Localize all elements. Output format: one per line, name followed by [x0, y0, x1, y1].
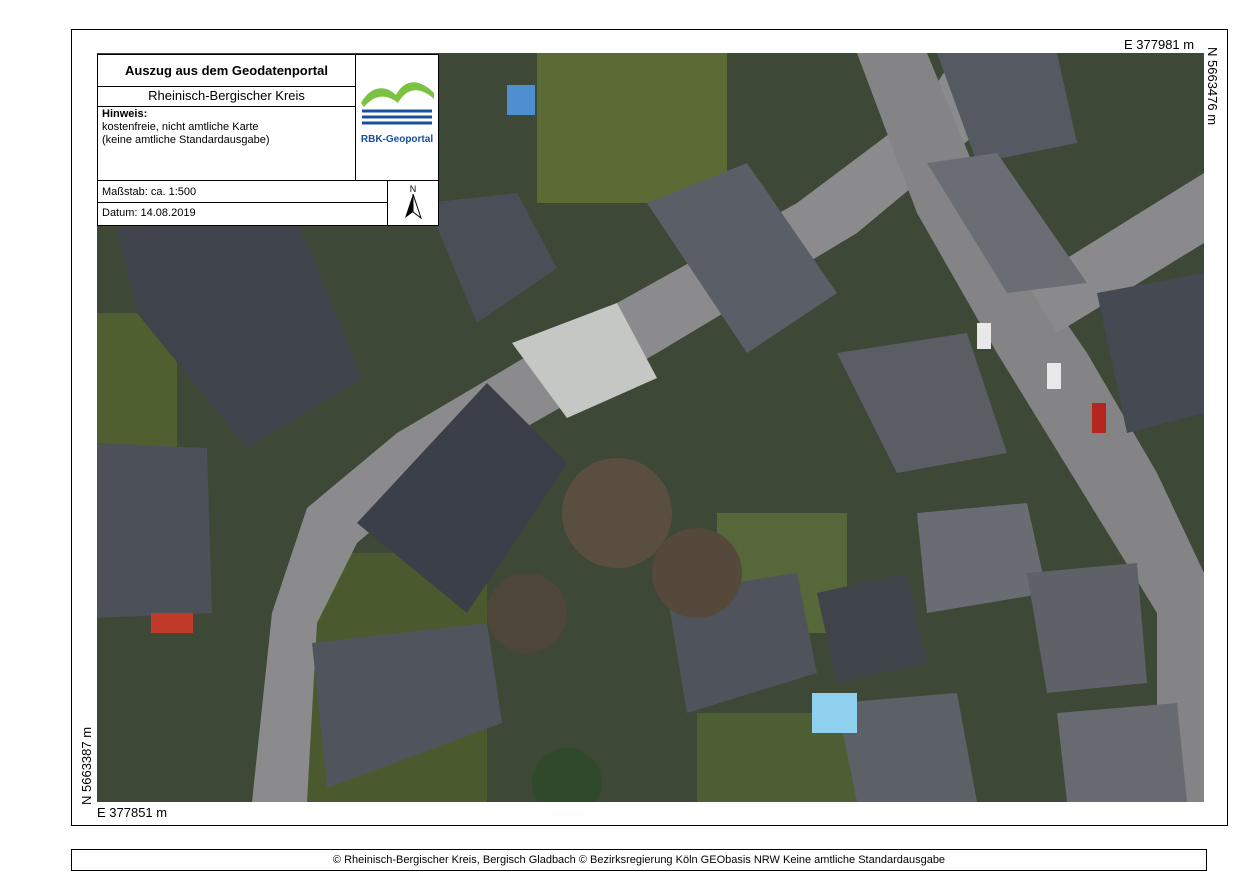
hint-heading: Hinweis:: [102, 108, 148, 120]
map-legend: Auszug aus dem Geodatenportal Rheinisch-…: [97, 54, 439, 226]
copyright-footer: © Rheinisch-Bergischer Kreis, Bergisch G…: [71, 849, 1207, 871]
hint-line-1: kostenfreie, nicht amtliche Karte: [102, 121, 259, 133]
hint-line-2: (keine amtliche Standardausgabe): [102, 134, 270, 146]
north-arrow: N: [388, 181, 438, 226]
rbk-logo: RBK-Geoportal: [356, 55, 438, 179]
legend-hint: Hinweis: kostenfreie, nicht amtliche Kar…: [102, 108, 354, 147]
north-label: N: [409, 184, 417, 194]
rbk-logo-icon: [361, 82, 434, 125]
date-label: Datum: 14.08.2019: [102, 207, 196, 219]
legend-subtitle: Rheinisch-Bergischer Kreis: [98, 86, 355, 107]
north-arrow-icon: [405, 193, 422, 220]
east-coordinate-top: E 377981 m: [1124, 37, 1195, 52]
north-coordinate-right: N 5663476 m: [1205, 47, 1220, 126]
east-coordinate-bottom: E 377851 m: [97, 805, 168, 820]
legend-title: Auszug aus dem Geodatenportal: [98, 55, 355, 87]
legend-divider: [98, 202, 387, 203]
scale-label: Maßstab: ca. 1:500: [102, 186, 197, 198]
logo-text: RBK-Geoportal: [360, 134, 434, 145]
north-coordinate-left: N 5663387 m: [79, 726, 94, 805]
